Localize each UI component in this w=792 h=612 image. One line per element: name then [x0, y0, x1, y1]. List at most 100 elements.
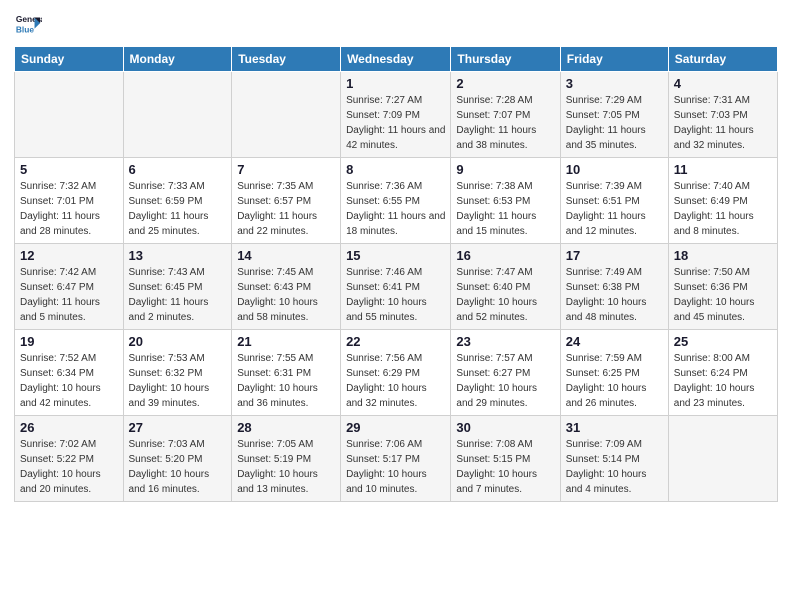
day-info: Sunrise: 7:43 AM Sunset: 6:45 PM Dayligh… [129, 265, 227, 325]
day-info: Sunrise: 7:28 AM Sunset: 7:07 PM Dayligh… [456, 93, 554, 153]
weekday-header-monday: Monday [123, 47, 232, 72]
calendar-cell: 24Sunrise: 7:59 AM Sunset: 6:25 PM Dayli… [560, 330, 668, 416]
day-number: 21 [237, 334, 335, 349]
calendar-cell: 11 Sunrise: 7:40 AM Sunset: 6:49 PM Dayli… [668, 158, 777, 244]
day-info: Sunrise: 7:03 AM Sunset: 5:20 PM Dayligh… [129, 437, 227, 497]
calendar-cell: 7 Sunrise: 7:35 AM Sunset: 6:57 PM Daylig… [232, 158, 341, 244]
calendar-cell: 22Sunrise: 7:56 AM Sunset: 6:29 PM Dayli… [341, 330, 451, 416]
weekday-header-thursday: Thursday [451, 47, 560, 72]
day-number: 12 [20, 248, 118, 263]
day-number: 28 [237, 420, 335, 435]
day-number: 25 [674, 334, 772, 349]
weekday-header-tuesday: Tuesday [232, 47, 341, 72]
day-number: 1 [346, 76, 445, 91]
calendar-cell: 1 Sunrise: 7:27 AM Sunset: 7:09 PM Daylig… [341, 72, 451, 158]
day-number: 7 [237, 162, 335, 177]
calendar-cell: 31Sunrise: 7:09 AM Sunset: 5:14 PM Dayli… [560, 416, 668, 502]
calendar-cell: 2Sunrise: 7:28 AM Sunset: 7:07 PM Daylig… [451, 72, 560, 158]
day-info: Sunrise: 7:08 AM Sunset: 5:15 PM Dayligh… [456, 437, 554, 497]
day-info: Sunrise: 7:50 AM Sunset: 6:36 PM Dayligh… [674, 265, 772, 325]
day-info: Sunrise: 7:55 AM Sunset: 6:31 PM Dayligh… [237, 351, 335, 411]
weekday-header-wednesday: Wednesday [341, 47, 451, 72]
day-number: 3 [566, 76, 663, 91]
day-number: 10 [566, 162, 663, 177]
calendar-cell: 15 Sunrise: 7:46 AM Sunset: 6:41 PM Dayli… [341, 244, 451, 330]
calendar-table: SundayMondayTuesdayWednesdayThursdayFrid… [14, 46, 778, 502]
day-number: 11 [674, 162, 772, 177]
day-info: Sunrise: 7:42 AM Sunset: 6:47 PM Dayligh… [20, 265, 118, 325]
day-number: 6 [129, 162, 227, 177]
day-number: 18 [674, 248, 772, 263]
day-info: Sunrise: 7:29 AM Sunset: 7:05 PM Dayligh… [566, 93, 663, 153]
day-info: Sunrise: 7:05 AM Sunset: 5:19 PM Dayligh… [237, 437, 335, 497]
day-number: 19 [20, 334, 118, 349]
calendar-cell: 9 Sunrise: 7:38 AM Sunset: 6:53 PM Daylig… [451, 158, 560, 244]
day-number: 5 [20, 162, 118, 177]
day-info: Sunrise: 7:47 AM Sunset: 6:40 PM Dayligh… [456, 265, 554, 325]
calendar-cell: 8 Sunrise: 7:36 AM Sunset: 6:55 PM Daylig… [341, 158, 451, 244]
day-number: 17 [566, 248, 663, 263]
day-info: Sunrise: 7:33 AM Sunset: 6:59 PM Dayligh… [129, 179, 227, 239]
calendar-cell: 23 Sunrise: 7:57 AM Sunset: 6:27 PM Dayli… [451, 330, 560, 416]
calendar-cell: 6 Sunrise: 7:33 AM Sunset: 6:59 PM Daylig… [123, 158, 232, 244]
calendar-cell: 10 Sunrise: 7:39 AM Sunset: 6:51 PM Dayli… [560, 158, 668, 244]
day-number: 16 [456, 248, 554, 263]
day-info: Sunrise: 7:27 AM Sunset: 7:09 PM Dayligh… [346, 93, 445, 153]
calendar-cell: 14Sunrise: 7:45 AM Sunset: 6:43 PM Dayli… [232, 244, 341, 330]
calendar-cell: 29Sunrise: 7:06 AM Sunset: 5:17 PM Dayli… [341, 416, 451, 502]
calendar-cell: 3 Sunrise: 7:29 AM Sunset: 7:05 PM Daylig… [560, 72, 668, 158]
calendar-week-row: 26Sunrise: 7:02 AM Sunset: 5:22 PM Dayli… [15, 416, 778, 502]
day-number: 22 [346, 334, 445, 349]
weekday-header-friday: Friday [560, 47, 668, 72]
day-info: Sunrise: 7:59 AM Sunset: 6:25 PM Dayligh… [566, 351, 663, 411]
day-info: Sunrise: 7:53 AM Sunset: 6:32 PM Dayligh… [129, 351, 227, 411]
calendar-cell [123, 72, 232, 158]
calendar-cell [668, 416, 777, 502]
day-info: Sunrise: 7:52 AM Sunset: 6:34 PM Dayligh… [20, 351, 118, 411]
calendar-week-row: 5 Sunrise: 7:32 AM Sunset: 7:01 PM Daylig… [15, 158, 778, 244]
calendar-body: 1 Sunrise: 7:27 AM Sunset: 7:09 PM Daylig… [15, 72, 778, 502]
weekday-header-row: SundayMondayTuesdayWednesdayThursdayFrid… [15, 47, 778, 72]
day-info: Sunrise: 7:36 AM Sunset: 6:55 PM Dayligh… [346, 179, 445, 239]
day-number: 27 [129, 420, 227, 435]
day-number: 14 [237, 248, 335, 263]
calendar-cell: 28 Sunrise: 7:05 AM Sunset: 5:19 PM Dayli… [232, 416, 341, 502]
day-info: Sunrise: 7:31 AM Sunset: 7:03 PM Dayligh… [674, 93, 772, 153]
calendar-week-row: 19 Sunrise: 7:52 AM Sunset: 6:34 PM Dayli… [15, 330, 778, 416]
page: General Blue SundayMondayTuesdayWednesda… [0, 0, 792, 612]
calendar-cell: 26Sunrise: 7:02 AM Sunset: 5:22 PM Dayli… [15, 416, 124, 502]
day-number: 20 [129, 334, 227, 349]
logo: General Blue [14, 10, 46, 38]
day-number: 23 [456, 334, 554, 349]
day-info: Sunrise: 7:35 AM Sunset: 6:57 PM Dayligh… [237, 179, 335, 239]
day-number: 8 [346, 162, 445, 177]
calendar-cell: 30 Sunrise: 7:08 AM Sunset: 5:15 PM Dayli… [451, 416, 560, 502]
day-info: Sunrise: 7:39 AM Sunset: 6:51 PM Dayligh… [566, 179, 663, 239]
calendar-cell: 19 Sunrise: 7:52 AM Sunset: 6:34 PM Dayli… [15, 330, 124, 416]
calendar-cell: 12 Sunrise: 7:42 AM Sunset: 6:47 PM Dayli… [15, 244, 124, 330]
calendar-cell: 18 Sunrise: 7:50 AM Sunset: 6:36 PM Dayli… [668, 244, 777, 330]
calendar-cell: 20 Sunrise: 7:53 AM Sunset: 6:32 PM Dayli… [123, 330, 232, 416]
day-info: Sunrise: 7:46 AM Sunset: 6:41 PM Dayligh… [346, 265, 445, 325]
day-info: Sunrise: 7:40 AM Sunset: 6:49 PM Dayligh… [674, 179, 772, 239]
weekday-header-sunday: Sunday [15, 47, 124, 72]
day-number: 26 [20, 420, 118, 435]
calendar-cell: 17Sunrise: 7:49 AM Sunset: 6:38 PM Dayli… [560, 244, 668, 330]
calendar-cell [232, 72, 341, 158]
day-number: 29 [346, 420, 445, 435]
day-number: 9 [456, 162, 554, 177]
calendar-cell: 27 Sunrise: 7:03 AM Sunset: 5:20 PM Dayli… [123, 416, 232, 502]
day-number: 13 [129, 248, 227, 263]
day-number: 15 [346, 248, 445, 263]
weekday-header-saturday: Saturday [668, 47, 777, 72]
day-info: Sunrise: 7:57 AM Sunset: 6:27 PM Dayligh… [456, 351, 554, 411]
day-info: Sunrise: 7:38 AM Sunset: 6:53 PM Dayligh… [456, 179, 554, 239]
day-number: 30 [456, 420, 554, 435]
day-info: Sunrise: 7:09 AM Sunset: 5:14 PM Dayligh… [566, 437, 663, 497]
calendar-cell: 21 Sunrise: 7:55 AM Sunset: 6:31 PM Dayli… [232, 330, 341, 416]
calendar-cell: 5 Sunrise: 7:32 AM Sunset: 7:01 PM Daylig… [15, 158, 124, 244]
calendar-cell: 4Sunrise: 7:31 AM Sunset: 7:03 PM Daylig… [668, 72, 777, 158]
calendar-week-row: 1 Sunrise: 7:27 AM Sunset: 7:09 PM Daylig… [15, 72, 778, 158]
day-info: Sunrise: 7:32 AM Sunset: 7:01 PM Dayligh… [20, 179, 118, 239]
calendar-cell: 16 Sunrise: 7:47 AM Sunset: 6:40 PM Dayli… [451, 244, 560, 330]
